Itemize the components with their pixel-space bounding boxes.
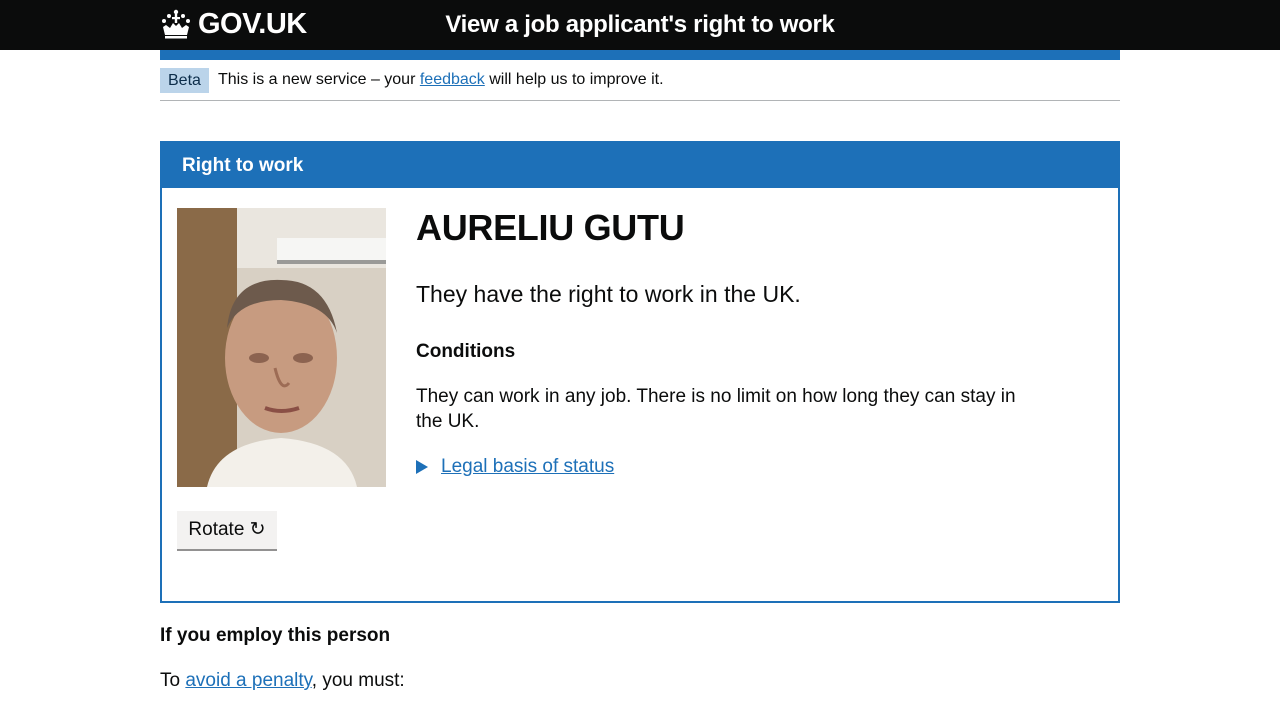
employ-text-after: , you must: [311,670,405,691]
applicant-name: AURELIU GUTU [416,207,685,248]
employ-heading: If you employ this person [160,625,391,646]
applicant-photo [177,208,386,487]
avoid-penalty-link[interactable]: avoid a penalty [185,670,311,691]
phase-text-before: This is a new service – your [218,71,416,88]
rotate-button[interactable]: Rotate ↻ [177,511,277,549]
employ-text: To avoid a penalty, you must: [160,668,405,693]
card-title: Right to work [182,155,304,176]
beta-tag: Beta [160,68,209,93]
conditions-heading: Conditions [416,341,516,362]
employ-text-before: To [160,670,181,691]
right-to-work-status: They have the right to work in the UK. [416,281,801,307]
card-header: Right to work [162,143,1118,188]
phase-banner: Beta This is a new service – your feedba… [160,60,1120,101]
triangle-right-icon [416,459,428,474]
legal-basis-details[interactable]: Legal basis of status [416,454,614,479]
conditions-text: They can work in any job. There is no li… [416,386,1016,432]
site-header: GOV.UK View a job applicant's right to w… [0,0,1280,50]
service-name[interactable]: View a job applicant's right to work [0,8,1280,42]
phase-text-after: will help us to improve it. [489,71,664,88]
header-blue-bar [160,50,1120,60]
applicant-photo-image [177,208,386,487]
feedback-link[interactable]: feedback [420,71,485,88]
phase-banner-text: This is a new service – your feedback wi… [218,69,664,91]
right-to-work-card: Right to work Rotate ↻ AURELIU GUTU They… [160,141,1120,603]
legal-basis-link[interactable]: Legal basis of status [441,454,614,479]
